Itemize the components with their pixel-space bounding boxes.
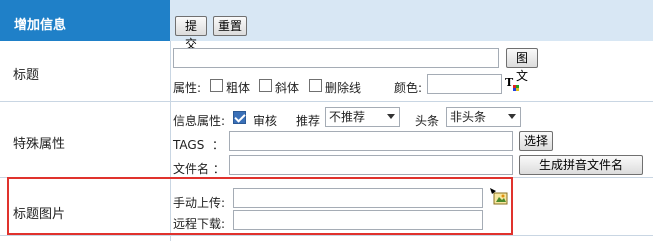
tuwen-button[interactable]: 图文 — [506, 48, 538, 83]
info-attr-label: 信息属性: — [173, 114, 226, 128]
filename-label: 文件名 ： — [173, 162, 225, 176]
recommend-label: 推荐 — [296, 114, 321, 128]
recommend-select-value: 不推荐 — [329, 110, 366, 124]
submit-button[interactable]: 提交 — [175, 16, 207, 51]
row-divider — [0, 235, 653, 236]
tags-input[interactable] — [229, 131, 513, 151]
special-attr-row-label: 特殊属性 — [13, 137, 66, 152]
filename-input[interactable] — [229, 155, 513, 175]
title-input[interactable] — [173, 48, 499, 68]
title-row-label: 标题 — [13, 68, 40, 83]
bold-label: 粗体 — [226, 81, 251, 95]
tags-label: TAGS ： — [173, 138, 224, 152]
select-tags-button[interactable]: 选择 — [519, 131, 553, 151]
attribute-label: 属性: — [173, 81, 202, 95]
row-divider — [0, 101, 653, 102]
italic-label: 斜体 — [275, 81, 300, 95]
color-input[interactable] — [427, 74, 502, 94]
italic-checkbox[interactable] — [259, 79, 272, 92]
recommend-select[interactable]: 不推荐 — [325, 107, 400, 127]
chevron-down-icon — [387, 114, 395, 119]
bold-checkbox[interactable] — [210, 79, 223, 92]
review-label: 审核 — [253, 114, 278, 128]
generate-pinyin-filename-button[interactable]: 生成拼音文件名 — [519, 155, 643, 175]
color-label: 颜色: — [394, 81, 423, 95]
reset-button[interactable]: 重置 — [213, 16, 247, 36]
svg-text:T: T — [505, 76, 514, 89]
chevron-down-icon — [508, 114, 516, 119]
headline-select-value: 非头条 — [450, 110, 487, 124]
strikethrough-checkbox[interactable] — [309, 79, 322, 92]
review-checkbox[interactable] — [233, 111, 246, 124]
form-title: 增加信息 — [14, 18, 67, 33]
headline-select[interactable]: 非头条 — [446, 107, 521, 127]
color-picker-icon[interactable]: T — [505, 76, 521, 92]
strikethrough-label: 删除线 — [325, 81, 362, 95]
headline-label: 头条 — [415, 114, 440, 128]
highlight-frame — [7, 177, 513, 235]
